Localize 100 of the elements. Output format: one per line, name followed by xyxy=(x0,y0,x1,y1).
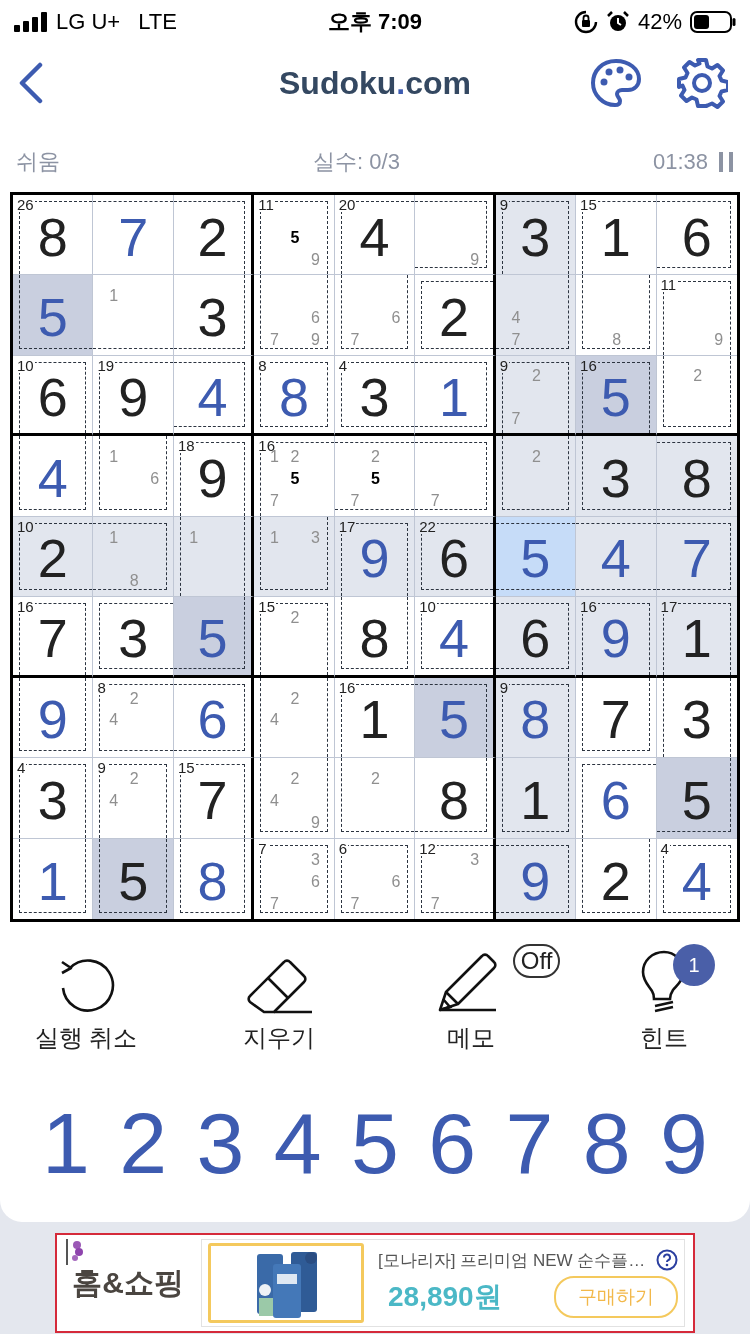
pencil-mark: 2 xyxy=(530,366,542,387)
sudoku-cell[interactable]: 9 8 xyxy=(495,677,577,759)
sudoku-cell[interactable]: 4 xyxy=(576,516,657,598)
pencil-mark: 2 xyxy=(128,769,140,789)
sudoku-cell[interactable]: 2 xyxy=(173,195,255,276)
sudoku-cell[interactable]: 3 xyxy=(93,597,174,678)
cell-digit: 6 xyxy=(197,692,228,747)
pencil-mark: 4 xyxy=(269,710,280,731)
sudoku-cell[interactable]: 4 xyxy=(173,355,255,437)
sudoku-cell[interactable]: 8 xyxy=(334,597,416,678)
cell-digit: 3 xyxy=(681,692,712,747)
pencil-mark: 4 xyxy=(108,790,120,811)
cell-digit: 6 xyxy=(438,531,469,586)
number-key[interactable]: 8 xyxy=(568,1096,645,1191)
sudoku-cell[interactable]: 8 2 4 xyxy=(93,677,174,759)
sudoku-cell[interactable]: 5 xyxy=(415,677,496,759)
cell-digit: 2 xyxy=(197,209,228,264)
pencil-mark: 9 xyxy=(310,249,321,270)
sudoku-cell[interactable]: 1 xyxy=(495,758,577,839)
cell-digit: 1 xyxy=(681,610,712,665)
pencil-mark: 4 xyxy=(269,790,280,811)
cell-digit: 7 xyxy=(197,772,228,827)
sudoku-cell[interactable]: 4 3 xyxy=(13,758,94,839)
cage-sum: 17 xyxy=(659,599,679,615)
cell-digit: 7 xyxy=(118,209,149,264)
sudoku-cell[interactable]: 7 xyxy=(576,677,657,759)
number-key[interactable]: 1 xyxy=(28,1096,104,1191)
cell-digit: 5 xyxy=(600,369,631,424)
cell-digit: 5 xyxy=(438,692,469,747)
network-type: LTE xyxy=(138,9,177,35)
sudoku-cell[interactable]: 6 xyxy=(173,677,255,759)
pencil-mark: 7 xyxy=(510,329,522,350)
sudoku-cell[interactable]: 9 xyxy=(13,677,94,759)
difficulty-label: 쉬움 xyxy=(16,148,60,176)
sudoku-cell[interactable]: 1 xyxy=(415,355,496,437)
sudoku-cell[interactable]: 9 3 xyxy=(495,195,577,276)
sudoku-cell[interactable]: 7 xyxy=(656,516,737,598)
number-key[interactable]: 4 xyxy=(259,1096,336,1191)
cell-digit: 3 xyxy=(520,209,551,264)
tool-button[interactable]: 실행 취소 xyxy=(0,944,172,1054)
pause-icon[interactable] xyxy=(718,152,734,172)
sudoku-cell[interactable]: 4 3 xyxy=(334,355,416,437)
cage-sum: 26 xyxy=(16,197,35,212)
cage-sum: 15 xyxy=(579,197,598,212)
cell-digit: 4 xyxy=(681,853,712,908)
sudoku-cell[interactable]: 7 xyxy=(93,195,174,276)
sudoku-cell[interactable]: 5 xyxy=(93,838,174,919)
pencil-mark: 1 xyxy=(108,447,120,468)
palette-icon[interactable] xyxy=(590,58,642,108)
cell-digit: 2 xyxy=(600,853,631,908)
sudoku-cell[interactable]: 8 xyxy=(415,758,496,839)
help-icon[interactable] xyxy=(656,1249,678,1271)
sudoku-cell[interactable]: 3 xyxy=(173,275,255,356)
sudoku-cell[interactable]: 3 xyxy=(576,436,657,517)
sudoku-cell[interactable]: 9 2 4 xyxy=(93,758,174,839)
cell-digit: 9 xyxy=(600,610,631,665)
sudoku-cell[interactable]: 2 5 7 xyxy=(334,436,416,517)
sudoku-cell[interactable]: 5 xyxy=(495,516,577,598)
cell-digit: 5 xyxy=(520,531,551,586)
sudoku-cell[interactable]: 9 2 7 xyxy=(495,355,577,437)
sudoku-cell[interactable]: 4 xyxy=(13,436,94,517)
sudoku-cell[interactable]: 9 xyxy=(495,838,577,919)
pencil-mark: 8 xyxy=(128,571,140,592)
pencil-mark: 7 xyxy=(429,490,441,511)
cage-sum: 18 xyxy=(176,438,196,454)
sudoku-cell[interactable]: 2 xyxy=(415,275,496,356)
sudoku-cell[interactable]: 8 8 xyxy=(254,355,335,437)
product-card[interactable]: [모나리자] 프리미엄 NEW 순수플… 28,890원 구매하기 xyxy=(201,1239,685,1327)
pencil-mark: 2 xyxy=(692,366,704,387)
number-key[interactable]: 2 xyxy=(105,1096,182,1191)
sudoku-cell[interactable]: 6 xyxy=(576,758,657,839)
tool-button[interactable]: 1 힌트 xyxy=(577,944,750,1054)
cell-digit: 5 xyxy=(118,853,149,908)
pencil-mark: 7 xyxy=(269,490,280,511)
sudoku-cell[interactable]: 15 2 xyxy=(254,597,335,678)
app-title: Sudoku.com xyxy=(279,64,471,102)
pencil-mark: 3 xyxy=(469,849,481,870)
settings-icon[interactable] xyxy=(676,57,728,109)
pencil-mark: 7 xyxy=(349,490,361,511)
sudoku-cell[interactable]: 8 xyxy=(656,436,737,517)
number-key[interactable]: 6 xyxy=(414,1096,491,1191)
sudoku-cell[interactable]: 5 xyxy=(173,597,255,678)
cell-digit: 3 xyxy=(37,772,68,827)
cell-digit: 9 xyxy=(37,692,68,747)
tool-button[interactable]: 지우기 xyxy=(192,944,365,1054)
sudoku-cell[interactable]: 5 xyxy=(13,275,94,356)
tool-button[interactable]: Off 메모 xyxy=(385,944,558,1054)
sudoku-cell[interactable]: 11 5 9 xyxy=(254,195,335,276)
ad-banner[interactable]: 홈&쇼핑 [모나리자] 프리미엄 NEW 순수플… 28,890원 구매하기 xyxy=(55,1233,695,1333)
sudoku-cell[interactable]: 5 xyxy=(656,758,737,839)
product-price: 28,890원 xyxy=(388,1279,502,1314)
sudoku-cell[interactable]: 6 xyxy=(495,597,577,678)
number-key[interactable]: 9 xyxy=(646,1096,722,1191)
pencil-mark: 1 xyxy=(108,527,120,548)
sudoku-cell[interactable]: 3 xyxy=(656,677,737,759)
number-key[interactable]: 5 xyxy=(337,1096,413,1191)
pencil-mark: 1 xyxy=(188,527,200,548)
number-key[interactable]: 7 xyxy=(491,1096,568,1191)
number-key[interactable]: 3 xyxy=(182,1096,259,1191)
pencil-mark: 6 xyxy=(310,871,321,892)
